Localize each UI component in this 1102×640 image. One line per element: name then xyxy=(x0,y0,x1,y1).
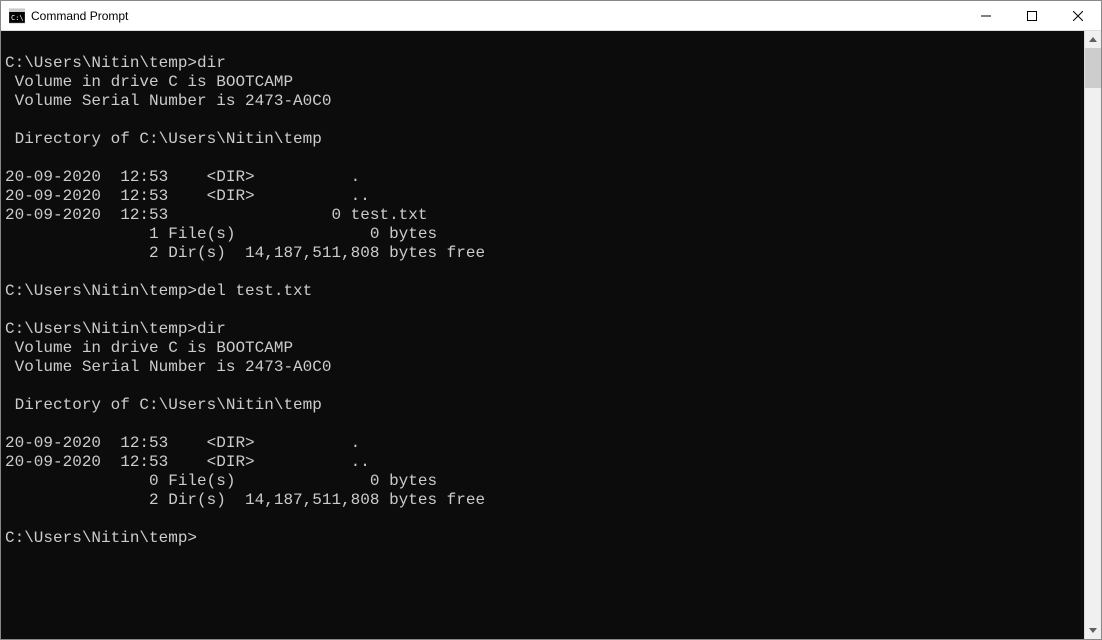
terminal-line: 20-09-2020 12:53 <DIR> . xyxy=(5,168,1078,187)
terminal-line: Volume in drive C is BOOTCAMP xyxy=(5,339,1078,358)
close-button[interactable] xyxy=(1055,1,1101,30)
terminal-line: 20-09-2020 12:53 0 test.txt xyxy=(5,206,1078,225)
terminal-wrapper: C:\Users\Nitin\temp>dir Volume in drive … xyxy=(1,31,1101,639)
minimize-button[interactable] xyxy=(963,1,1009,30)
window-controls xyxy=(963,1,1101,30)
terminal-line: Volume Serial Number is 2473-A0C0 xyxy=(5,358,1078,377)
terminal-line: C:\Users\Nitin\temp>dir xyxy=(5,320,1078,339)
terminal-line: 0 File(s) 0 bytes xyxy=(5,472,1078,491)
terminal-line xyxy=(5,111,1078,130)
terminal-line xyxy=(5,301,1078,320)
maximize-button[interactable] xyxy=(1009,1,1055,30)
terminal-line xyxy=(5,35,1078,54)
terminal-line xyxy=(5,149,1078,168)
terminal-line: Directory of C:\Users\Nitin\temp xyxy=(5,130,1078,149)
terminal-line: 2 Dir(s) 14,187,511,808 bytes free xyxy=(5,491,1078,510)
scroll-track[interactable] xyxy=(1085,48,1101,622)
app-icon: C:\ xyxy=(9,8,25,24)
scrollbar xyxy=(1084,31,1101,639)
terminal-line: C:\Users\Nitin\temp> xyxy=(5,529,1078,548)
titlebar[interactable]: C:\ Command Prompt xyxy=(1,1,1101,31)
terminal-line: C:\Users\Nitin\temp>dir xyxy=(5,54,1078,73)
command-prompt-window: C:\ Command Prompt C:\Users\Nitin\temp>d… xyxy=(0,0,1102,640)
scroll-down-arrow[interactable] xyxy=(1085,622,1101,639)
terminal-line: C:\Users\Nitin\temp>del test.txt xyxy=(5,282,1078,301)
terminal-line xyxy=(5,377,1078,396)
window-title: Command Prompt xyxy=(31,9,963,23)
terminal-line: Directory of C:\Users\Nitin\temp xyxy=(5,396,1078,415)
terminal-line xyxy=(5,510,1078,529)
scroll-thumb[interactable] xyxy=(1085,48,1101,88)
terminal-line: 20-09-2020 12:53 <DIR> . xyxy=(5,434,1078,453)
terminal-line xyxy=(5,263,1078,282)
terminal-line: 2 Dir(s) 14,187,511,808 bytes free xyxy=(5,244,1078,263)
terminal-line xyxy=(5,415,1078,434)
terminal-line: Volume Serial Number is 2473-A0C0 xyxy=(5,92,1078,111)
terminal-line: 1 File(s) 0 bytes xyxy=(5,225,1078,244)
terminal-line: 20-09-2020 12:53 <DIR> .. xyxy=(5,453,1078,472)
svg-text:C:\: C:\ xyxy=(11,14,24,22)
terminal-line: Volume in drive C is BOOTCAMP xyxy=(5,73,1078,92)
terminal-line: 20-09-2020 12:53 <DIR> .. xyxy=(5,187,1078,206)
terminal-output[interactable]: C:\Users\Nitin\temp>dir Volume in drive … xyxy=(1,31,1084,639)
scroll-up-arrow[interactable] xyxy=(1085,31,1101,48)
